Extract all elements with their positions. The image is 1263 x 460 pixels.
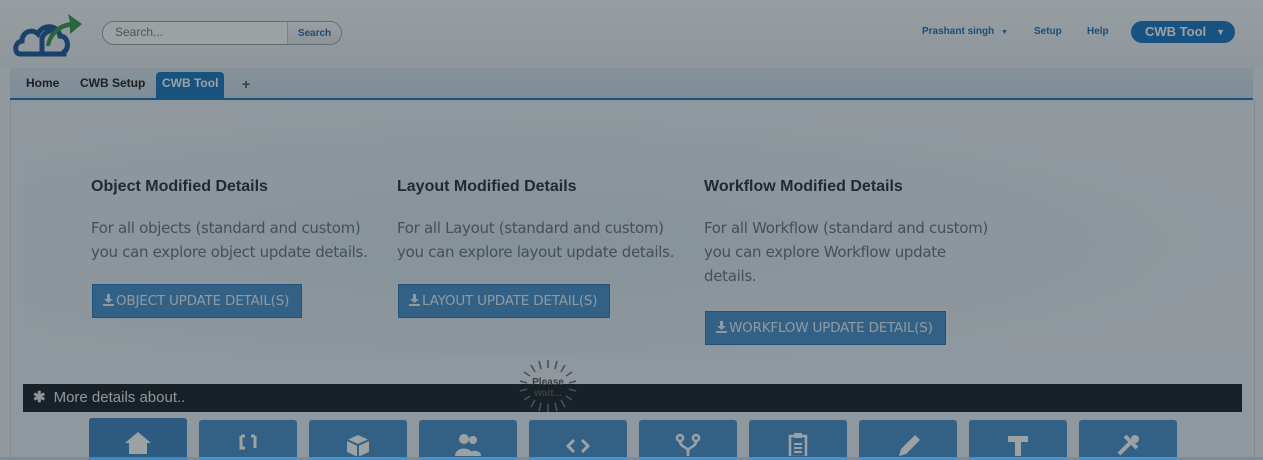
download-icon: [409, 294, 420, 306]
tool-tiles: [11, 418, 1254, 460]
object-section-description: For all objects (standard and custom) yo…: [91, 219, 368, 261]
layout-section-description: For all Layout (standard and custom) you…: [397, 219, 675, 261]
tile-tools[interactable]: [1079, 420, 1177, 460]
tile-object[interactable]: [309, 420, 407, 460]
setup-link[interactable]: Setup: [1034, 26, 1062, 37]
workflow-section-description: For all Workflow (standard and custom) y…: [704, 219, 988, 285]
workflow-update-details-button[interactable]: WORKFLOW UPDATE DETAIL(S): [705, 311, 946, 345]
code-icon: [565, 438, 591, 454]
tile-clipboard[interactable]: [749, 420, 847, 460]
cloud-upload-logo[interactable]: [12, 6, 84, 60]
asterisk-icon: ✱: [33, 389, 46, 406]
tools-icon: [1117, 434, 1139, 456]
layout-update-details-label: LAYOUT UPDATE DETAIL(S): [422, 293, 598, 309]
object-update-details-button[interactable]: OBJECT UPDATE DETAIL(S): [92, 284, 303, 318]
object-section: Object Modified Details For all objects …: [91, 178, 381, 264]
tile-workflow[interactable]: [639, 420, 737, 460]
tab-cwb-setup[interactable]: CWB Setup: [80, 74, 145, 98]
workflow-section-title: Workflow Modified Details: [704, 178, 903, 195]
header: Search Prashant singh ▼ Setup Help CWB T…: [0, 0, 1263, 68]
download-icon: [103, 294, 114, 306]
object-section-title: Object Modified Details: [91, 178, 268, 195]
chevron-down-icon: ▼: [1001, 29, 1008, 36]
download-icon: [716, 321, 727, 333]
tile-hammer[interactable]: [969, 420, 1067, 460]
app-switcher-button[interactable]: CWB Tool ▼: [1131, 21, 1235, 43]
tile-code[interactable]: [529, 420, 627, 460]
tab-cwb-tool[interactable]: CWB Tool: [156, 72, 225, 98]
loading-text-line2: wait...: [534, 388, 562, 399]
hammer-icon: [1008, 436, 1028, 456]
add-tab-icon[interactable]: +: [242, 76, 250, 92]
hero-section: Object Modified Details For all objects …: [23, 108, 1242, 356]
tab-home[interactable]: Home: [26, 74, 59, 98]
app-switcher-label: CWB Tool: [1145, 24, 1207, 39]
layout-section: Layout Modified Details For all Layout (…: [397, 178, 687, 264]
layout-update-details-button[interactable]: LAYOUT UPDATE DETAIL(S): [398, 284, 611, 318]
tile-users[interactable]: [419, 420, 517, 460]
search-input[interactable]: [103, 22, 303, 42]
tile-hierarchy[interactable]: [199, 420, 297, 460]
loading-text: Please wait...: [530, 377, 566, 399]
page: Search Prashant singh ▼ Setup Help CWB T…: [0, 0, 1263, 460]
search-box: Search: [102, 21, 342, 45]
workflow-section: Workflow Modified Details For all Workfl…: [704, 178, 994, 288]
home-icon: [125, 432, 151, 454]
more-details-bar[interactable]: ✱ More details about..: [23, 384, 1242, 412]
tab-bar: Home CWB Setup CWB Tool +: [10, 68, 1253, 100]
more-details-label: More details about..: [53, 389, 186, 406]
help-link[interactable]: Help: [1087, 26, 1109, 37]
user-menu[interactable]: Prashant singh ▼: [922, 26, 1008, 37]
user-name: Prashant singh: [922, 26, 995, 37]
cube-icon: [346, 435, 370, 456]
pencil-icon: [899, 435, 920, 456]
hierarchy-icon: [239, 434, 257, 450]
fork-icon: [675, 433, 701, 456]
search-button[interactable]: Search: [287, 22, 341, 44]
users-icon: [455, 434, 481, 456]
chevron-down-icon: ▼: [1216, 27, 1225, 37]
tile-home[interactable]: [89, 418, 187, 460]
object-update-details-label: OBJECT UPDATE DETAIL(S): [116, 293, 290, 309]
clipboard-icon: [788, 433, 808, 456]
workflow-update-details-label: WORKFLOW UPDATE DETAIL(S): [729, 320, 933, 336]
layout-section-title: Layout Modified Details: [397, 178, 577, 195]
loading-text-line1: Please: [532, 377, 564, 388]
tile-edit[interactable]: [859, 420, 957, 460]
main-panel: Object Modified Details For all objects …: [10, 100, 1255, 460]
